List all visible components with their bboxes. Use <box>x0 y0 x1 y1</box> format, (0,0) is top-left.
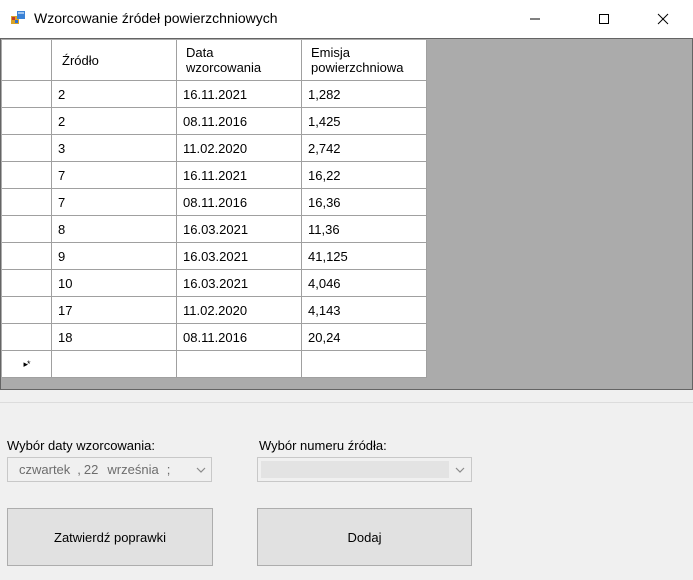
table-row[interactable]: 2 08.11.2016 1,425 <box>2 108 427 135</box>
new-cell-data[interactable] <box>177 351 302 378</box>
date-day-name: czwartek <box>19 462 71 477</box>
title-bar: Wzorcowanie źródeł powierzchniowych <box>0 0 693 38</box>
new-row-marker-icon: ▸* <box>23 358 30 369</box>
column-header-data[interactable]: Data wzorcowania <box>177 40 302 81</box>
cell-data[interactable]: 08.11.2016 <box>177 108 302 135</box>
cell-emisja[interactable]: 16,22 <box>302 162 427 189</box>
row-header[interactable] <box>2 216 52 243</box>
column-header-label: Źródło <box>62 52 99 68</box>
table-row[interactable]: 18 08.11.2016 20,24 <box>2 324 427 351</box>
window-title: Wzorcowanie źródeł powierzchniowych <box>34 10 278 26</box>
cell-emisja[interactable]: 41,125 <box>302 243 427 270</box>
cell-emisja[interactable]: 1,282 <box>302 81 427 108</box>
row-header-corner[interactable] <box>2 40 52 81</box>
cell-emisja[interactable]: 1,425 <box>302 108 427 135</box>
minimize-icon <box>530 18 540 20</box>
cell-emisja[interactable]: 20,24 <box>302 324 427 351</box>
row-header[interactable] <box>2 81 52 108</box>
column-header-zrodlo[interactable]: Źródło <box>52 40 177 81</box>
close-icon <box>657 13 669 25</box>
cell-emisja[interactable]: 4,046 <box>302 270 427 297</box>
add-button[interactable]: Dodaj <box>257 508 472 566</box>
cell-data[interactable]: 11.02.2020 <box>177 297 302 324</box>
minimize-button[interactable] <box>512 0 558 38</box>
new-cell-zrodlo[interactable] <box>52 351 177 378</box>
source-label: Wybór numeru źródła: <box>259 438 387 453</box>
table-row[interactable]: 17 11.02.2020 4,143 <box>2 297 427 324</box>
source-combobox-field[interactable] <box>261 461 449 478</box>
table-row[interactable]: 7 08.11.2016 16,36 <box>2 189 427 216</box>
cell-zrodlo[interactable]: 2 <box>52 81 177 108</box>
confirm-changes-button[interactable]: Zatwierdź poprawki <box>7 508 213 566</box>
chevron-down-icon[interactable] <box>195 464 207 476</box>
divider <box>0 402 693 403</box>
table-row[interactable]: 2 16.11.2021 1,282 <box>2 81 427 108</box>
cell-zrodlo[interactable]: 7 <box>52 162 177 189</box>
date-month: września <box>107 462 159 477</box>
new-cell-emisja[interactable] <box>302 351 427 378</box>
row-header[interactable] <box>2 270 52 297</box>
row-header[interactable] <box>2 189 52 216</box>
cell-zrodlo[interactable]: 3 <box>52 135 177 162</box>
cell-data[interactable]: 08.11.2016 <box>177 324 302 351</box>
cell-data[interactable]: 16.11.2021 <box>177 162 302 189</box>
chevron-down-icon[interactable] <box>454 464 466 476</box>
grid-header-row: Źródło Data wzorcowania Emisja powierzch… <box>2 40 427 81</box>
cell-zrodlo[interactable]: 8 <box>52 216 177 243</box>
cell-data[interactable]: 11.02.2020 <box>177 135 302 162</box>
date-truncated: ; <box>166 462 171 477</box>
cell-zrodlo[interactable]: 17 <box>52 297 177 324</box>
cell-zrodlo[interactable]: 18 <box>52 324 177 351</box>
column-header-emisja[interactable]: Emisja powierzchniowa <box>302 40 427 81</box>
data-grid-table: Źródło Data wzorcowania Emisja powierzch… <box>2 40 427 378</box>
app-window-icon <box>11 11 25 24</box>
cell-emisja[interactable]: 2,742 <box>302 135 427 162</box>
cell-data[interactable]: 16.11.2021 <box>177 81 302 108</box>
cell-emisja[interactable]: 16,36 <box>302 189 427 216</box>
row-header[interactable] <box>2 243 52 270</box>
column-header-label: Emisja <box>311 45 351 60</box>
cell-zrodlo[interactable]: 10 <box>52 270 177 297</box>
new-row-header[interactable]: ▸* <box>2 351 52 378</box>
cell-emisja[interactable]: 11,36 <box>302 216 427 243</box>
maximize-icon <box>599 14 609 24</box>
table-row[interactable]: 8 16.03.2021 11,36 <box>2 216 427 243</box>
new-row[interactable]: ▸* <box>2 351 427 378</box>
cell-zrodlo[interactable]: 2 <box>52 108 177 135</box>
date-picker[interactable]: czwartek , 22 września ; <box>7 457 212 482</box>
table-row[interactable]: 3 11.02.2020 2,742 <box>2 135 427 162</box>
cell-zrodlo[interactable]: 9 <box>52 243 177 270</box>
cell-data[interactable]: 16.03.2021 <box>177 243 302 270</box>
column-header-label: wzorcowania <box>186 60 262 75</box>
cell-emisja[interactable]: 4,143 <box>302 297 427 324</box>
cell-zrodlo[interactable]: 7 <box>52 189 177 216</box>
row-header[interactable] <box>2 108 52 135</box>
row-header[interactable] <box>2 162 52 189</box>
source-combobox[interactable] <box>257 457 472 482</box>
row-header[interactable] <box>2 297 52 324</box>
cell-data[interactable]: 16.03.2021 <box>177 216 302 243</box>
close-button[interactable] <box>640 0 686 38</box>
date-separator: , <box>77 462 81 477</box>
row-header[interactable] <box>2 135 52 162</box>
data-grid[interactable]: Źródło Data wzorcowania Emisja powierzch… <box>0 38 693 390</box>
column-header-label: Data <box>186 45 214 60</box>
cell-data[interactable]: 08.11.2016 <box>177 189 302 216</box>
table-row[interactable]: 9 16.03.2021 41,125 <box>2 243 427 270</box>
date-day: 22 <box>83 462 99 477</box>
maximize-button[interactable] <box>581 0 627 38</box>
row-header[interactable] <box>2 324 52 351</box>
date-label: Wybór daty wzorcowania: <box>7 438 155 453</box>
table-row[interactable]: 7 16.11.2021 16,22 <box>2 162 427 189</box>
cell-data[interactable]: 16.03.2021 <box>177 270 302 297</box>
table-row[interactable]: 10 16.03.2021 4,046 <box>2 270 427 297</box>
column-header-label: powierzchniowa <box>311 60 404 75</box>
